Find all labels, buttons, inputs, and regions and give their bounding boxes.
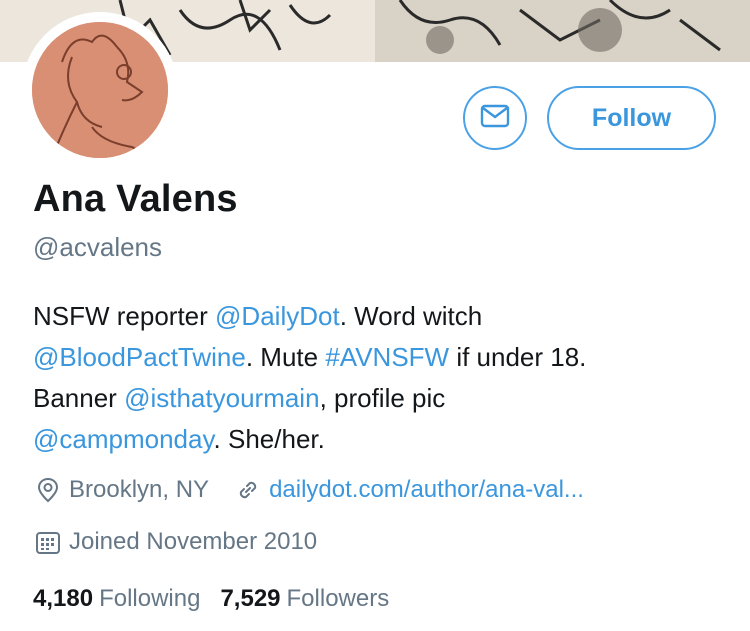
link-icon (233, 475, 263, 505)
bio-line: @BloodPactTwine. Mute #AVNSFW if under 1… (33, 337, 723, 378)
profile-bio: NSFW reporter @DailyDot. Word witch @Blo… (33, 296, 723, 460)
location-pin-icon (33, 475, 63, 505)
profile-meta-row: Joined November 2010 (33, 527, 317, 557)
bio-line: @campmonday. She/her. (33, 419, 723, 460)
following-label: Following (99, 585, 201, 612)
profile-name: Ana Valens (33, 178, 238, 220)
follow-stats: 4,180 Following 7,529 Followers (33, 585, 389, 613)
following-count: 4,180 (33, 585, 94, 612)
mention-link-bloodpacttwine[interactable]: @BloodPactTwine (33, 342, 246, 372)
bio-line: Banner @isthatyourmain, profile pic (33, 378, 723, 419)
following-stat[interactable]: 4,180 Following (33, 585, 200, 613)
bio-line: NSFW reporter @DailyDot. Word witch (33, 296, 723, 337)
location-text: Brooklyn, NY (69, 476, 210, 503)
mention-link-isthatyourmain[interactable]: @isthatyourmain (124, 383, 319, 413)
envelope-icon (480, 104, 510, 133)
mention-link-dailydot[interactable]: @DailyDot (215, 301, 340, 331)
followers-count: 7,529 (220, 585, 281, 612)
mention-link-campmonday[interactable]: @campmonday (33, 424, 214, 454)
avatar[interactable] (32, 22, 168, 158)
bio-text: NSFW reporter (33, 301, 216, 331)
bio-text: Banner (33, 383, 125, 413)
followers-label: Followers (286, 585, 390, 612)
website-link[interactable]: dailydot.com/author/ana-val... (269, 476, 584, 504)
bio-text: . Mute (245, 342, 326, 372)
bio-text: . Word witch (339, 301, 483, 331)
hashtag-link-avnsfw[interactable]: #AVNSFW (325, 342, 449, 372)
avatar-frame[interactable] (22, 12, 178, 168)
followers-stat[interactable]: 7,529 Followers (220, 585, 389, 613)
joined-date: Joined November 2010 (69, 528, 318, 555)
bio-text: , profile pic (319, 383, 446, 413)
follow-button[interactable]: Follow (547, 86, 716, 150)
bio-text: if under 18. (449, 342, 587, 372)
profile-meta-row: Brooklyn, NY dailydot.com/author/ana-val… (33, 475, 584, 505)
bio-text: . She/her. (213, 424, 325, 454)
calendar-icon (33, 527, 63, 557)
profile-handle: @acvalens (33, 232, 163, 262)
message-button[interactable] (463, 86, 527, 150)
